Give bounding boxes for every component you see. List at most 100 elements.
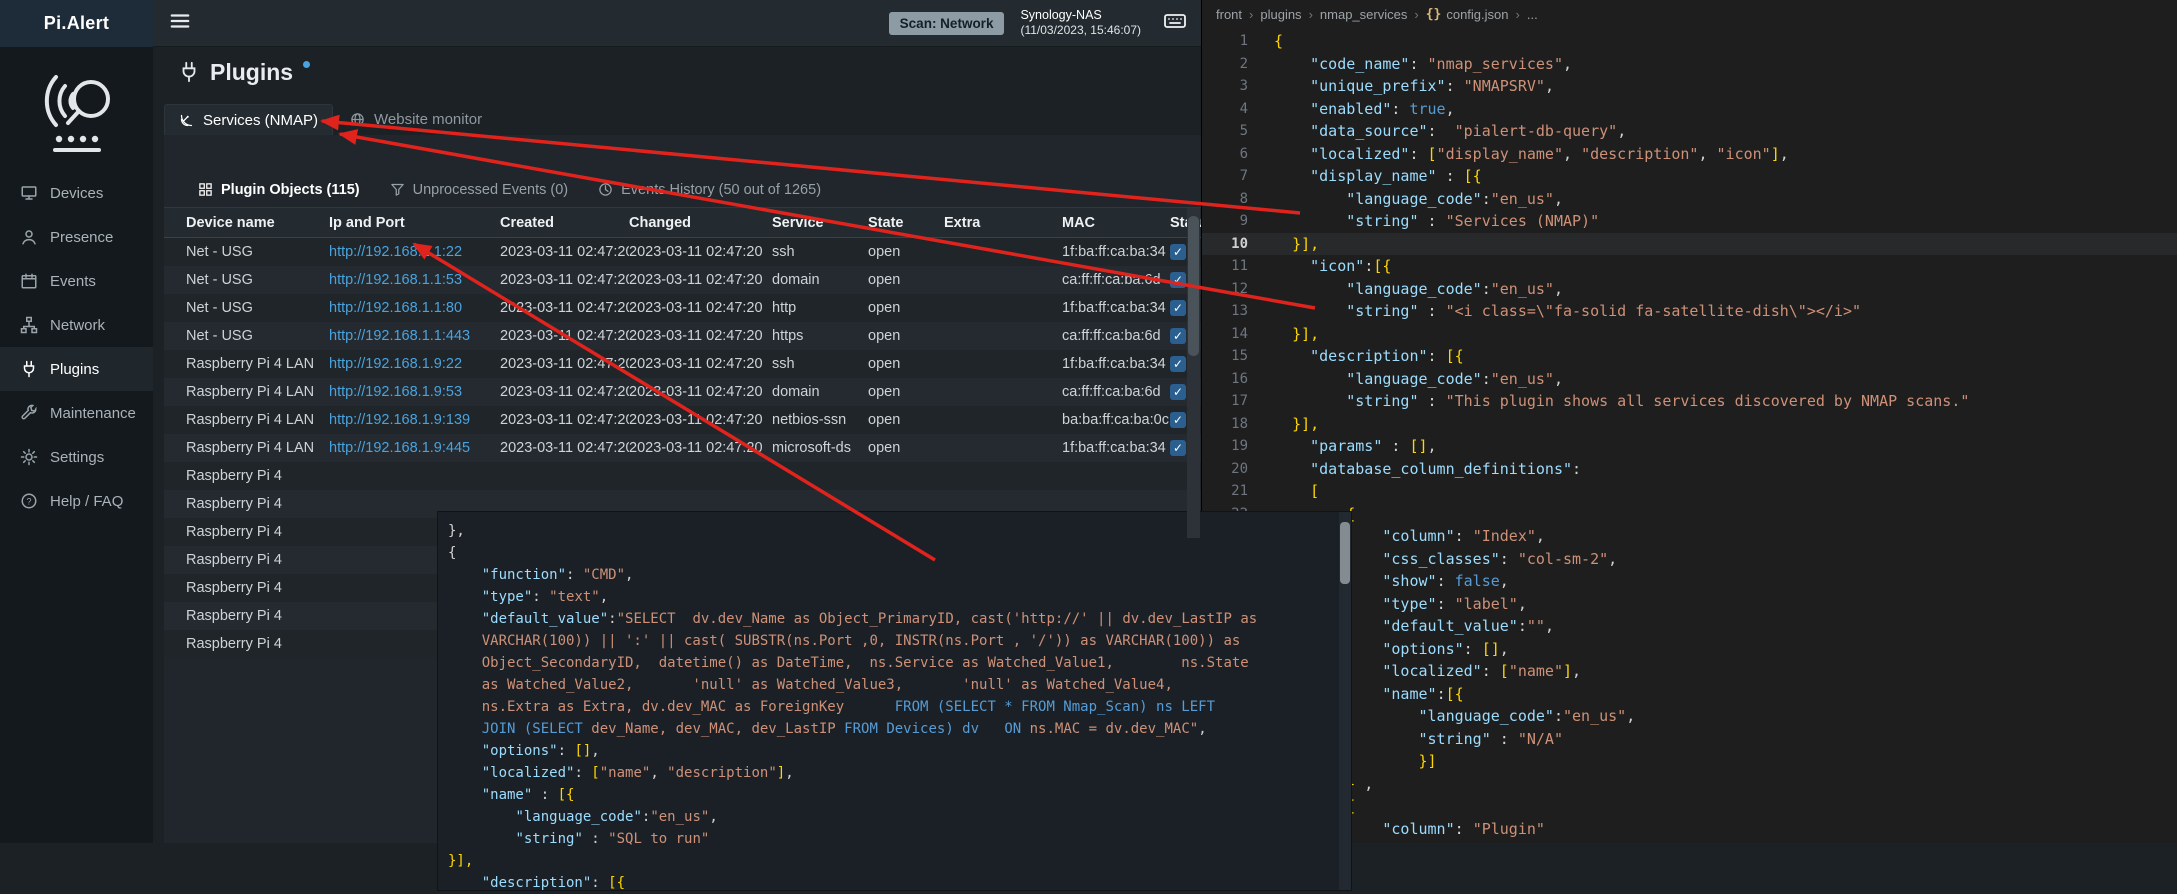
code-text: { [1248, 30, 1283, 53]
row-checkbox[interactable]: ✓ [1170, 384, 1186, 400]
breadcrumb-separator: › [1249, 7, 1253, 22]
code-line: 10 }], [1202, 233, 2177, 256]
cell-device-name: Raspberry Pi 4 [164, 636, 329, 652]
code-line: 17 "string" : "This plugin shows all ser… [1202, 390, 2177, 413]
topbar-device-button[interactable] [1163, 9, 1187, 38]
cell-mac: ca:ff:ff:ca:ba:6d [1062, 384, 1170, 400]
code-text: "icon":[{ [1248, 255, 1391, 278]
host-time: (11/03/2023, 15:46:07) [1020, 23, 1141, 39]
table-scrollbar[interactable] [1187, 208, 1200, 538]
code-editor-overlay[interactable]: },{ "function": "CMD", "type": "text", "… [438, 512, 1351, 890]
line-number: 13 [1202, 300, 1248, 323]
ip-port-link[interactable]: http://192.168.1.1:53 [329, 272, 462, 288]
code-line: 3 "unique_prefix": "NMAPSRV", [1202, 75, 2177, 98]
code-text: "code_name": "nmap_services", [1248, 53, 1572, 76]
line-number: 21 [1202, 480, 1248, 503]
overlay-scrollbar[interactable] [1339, 512, 1351, 890]
row-checkbox[interactable]: ✓ [1170, 328, 1186, 344]
cell-mac: ca:ff:ff:ca:ba:6d [1062, 272, 1170, 288]
host-name: Synology-NAS [1020, 7, 1141, 23]
ip-port-link[interactable]: http://192.168.1.1:80 [329, 300, 462, 316]
sidebar-item-settings[interactable]: Settings [0, 435, 153, 479]
tab-plugin-objects-115[interactable]: Plugin Objects (115) [186, 172, 372, 207]
table-scrollbar-thumb[interactable] [1188, 216, 1199, 356]
cell-device-name: Raspberry Pi 4 [164, 552, 329, 568]
column-header-extra: Extra [944, 215, 1062, 231]
code-text: "data_source": "pialert-db-query", [1248, 120, 1626, 143]
ip-port-link[interactable]: http://192.168.1.9:445 [329, 440, 470, 456]
row-checkbox[interactable]: ✓ [1170, 412, 1186, 428]
cell-device-name: Net - USG [164, 328, 329, 344]
breadcrumb-item-nmap-services[interactable]: nmap_services [1320, 7, 1407, 22]
satellite-dish-icon [179, 113, 194, 128]
sidebar-item-plugins[interactable]: Plugins [0, 347, 153, 391]
cell-state: open [868, 328, 944, 344]
code-line: 12 "language_code":"en_us", [1202, 278, 2177, 301]
line-number: 2 [1202, 53, 1248, 76]
svg-text:?: ? [26, 496, 31, 506]
tab-services-nmap[interactable]: Services (NMAP) [164, 104, 333, 135]
sidebar-item-events[interactable]: Events [0, 259, 153, 303]
line-number: 20 [1202, 458, 1248, 481]
overlay-scrollbar-thumb[interactable] [1340, 522, 1350, 584]
column-header-device-name: Device name [164, 215, 329, 231]
cell-changed: 2023-03-11 02:47:20 [629, 440, 772, 456]
overlay-code: },{ "function": "CMD", "type": "text", "… [448, 520, 1337, 894]
table-row: Raspberry Pi 4 LANhttp://192.168.1.9:222… [164, 350, 1201, 378]
ip-port-link[interactable]: http://192.168.1.9:22 [329, 356, 462, 372]
code-line: "description": [{ [448, 872, 1337, 894]
row-checkbox[interactable]: ✓ [1170, 356, 1186, 372]
row-checkbox[interactable]: ✓ [1170, 244, 1186, 260]
sidebar-item-devices[interactable]: Devices [0, 171, 153, 215]
tab-website-monitor[interactable]: Website monitor [336, 104, 496, 135]
row-checkbox[interactable]: ✓ [1170, 440, 1186, 456]
cell-state: open [868, 412, 944, 428]
cell-mac: 1f:ba:ff:ca:ba:34 [1062, 244, 1170, 260]
code-line: 2 "code_name": "nmap_services", [1202, 53, 2177, 76]
tab-events-history-50-out-of-1265[interactable]: Events History (50 out of 1265) [586, 172, 833, 207]
tab-unprocessed-events-0[interactable]: Unprocessed Events (0) [378, 172, 581, 207]
code-line: 13 "string" : "<i class=\"fa-solid fa-sa… [1202, 300, 2177, 323]
sidebar-item-label: Network [50, 317, 105, 334]
cell-changed: 2023-03-11 02:47:20 [629, 412, 772, 428]
sidebar-menu: DevicesPresenceEvents Network Plugins Maint… [0, 171, 153, 523]
ip-port-link[interactable]: http://192.168.1.9:139 [329, 412, 470, 428]
cell-mac: ba:ba:ff:ca:ba:0c [1062, 412, 1170, 428]
sidebar-item-maintenance[interactable]: Maintenance [0, 391, 153, 435]
title-info-dot[interactable] [303, 61, 310, 68]
app-logo[interactable]: Pi.Alert [0, 0, 153, 47]
plug-icon [178, 61, 200, 83]
sidebar-item-network[interactable]: Network [0, 303, 153, 347]
cell-changed: 2023-03-11 02:47:20 [629, 328, 772, 344]
sidebar-item-help-faq[interactable]: ?Help / FAQ [0, 479, 153, 523]
line-number: 16 [1202, 368, 1248, 391]
table-row: Raspberry Pi 4 LANhttp://192.168.1.9:445… [164, 434, 1201, 462]
sidebar-item-label: Maintenance [50, 405, 136, 422]
row-checkbox[interactable]: ✓ [1170, 300, 1186, 316]
breadcrumb-item-more[interactable]: ... [1527, 7, 1538, 22]
network-icon [20, 316, 38, 334]
line-number: 17 [1202, 390, 1248, 413]
cell-device-name: Raspberry Pi 4 LAN [164, 384, 329, 400]
breadcrumb-item-front[interactable]: front [1216, 7, 1242, 22]
cell-service: domain [772, 272, 868, 288]
breadcrumb-item-plugins[interactable]: plugins [1260, 7, 1301, 22]
ip-port-link[interactable]: http://192.168.1.1:22 [329, 244, 462, 260]
breadcrumb: front›plugins›nmap_services›{}config.jso… [1202, 0, 2177, 28]
sidebar-toggle-button[interactable] [169, 10, 195, 36]
breadcrumb-item-config-json[interactable]: {}config.json [1426, 7, 1509, 22]
ip-port-link[interactable]: http://192.168.1.1:443 [329, 328, 470, 344]
cell-device-name: Net - USG [164, 272, 329, 288]
sidebar-item-presence[interactable]: Presence [0, 215, 153, 259]
table-row: Raspberry Pi 4 LANhttp://192.168.1.9:139… [164, 406, 1201, 434]
cell-service: ssh [772, 244, 868, 260]
code-text: "string" : "<i class=\"fa-solid fa-satel… [1248, 300, 1861, 323]
ip-port-link[interactable]: http://192.168.1.9:53 [329, 384, 462, 400]
history-icon [598, 182, 613, 197]
row-checkbox[interactable]: ✓ [1170, 272, 1186, 288]
code-line: 15 "description": [{ [1202, 345, 2177, 368]
cell-service: netbios-ssn [772, 412, 868, 428]
column-header-state: State [868, 215, 944, 231]
page-header: Plugins [178, 57, 310, 87]
host-info: Synology-NAS (11/03/2023, 15:46:07) [1020, 7, 1141, 39]
